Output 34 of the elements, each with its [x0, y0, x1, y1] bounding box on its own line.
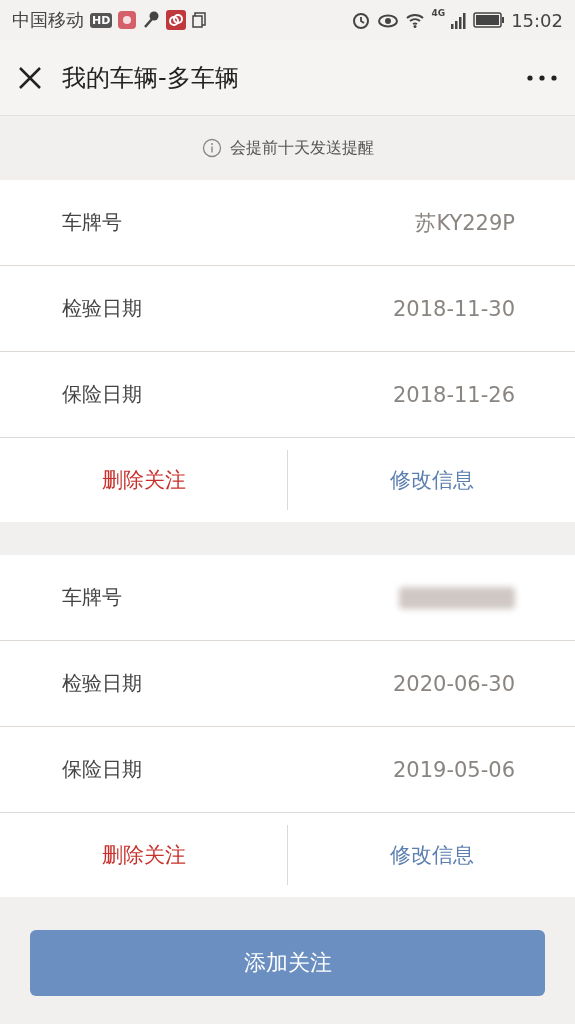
- field-value: 2018-11-30: [392, 296, 515, 321]
- field-value: 2020-06-30: [392, 671, 515, 696]
- signal-icon: [451, 11, 468, 29]
- edit-button[interactable]: 修改信息: [287, 450, 575, 510]
- hd-badge: HD: [90, 12, 113, 28]
- field-label: 车牌号: [62, 584, 122, 611]
- alarm-icon: [351, 10, 372, 30]
- app-icon: [166, 10, 187, 30]
- info-icon: [201, 138, 222, 158]
- field-label: 检验日期: [62, 670, 142, 697]
- sim-icon: [192, 12, 207, 28]
- app-icon: [118, 11, 137, 29]
- battery-icon: [473, 12, 506, 28]
- close-icon[interactable]: [18, 65, 42, 90]
- page-title: 我的车辆-多车辆: [62, 62, 240, 94]
- add-button[interactable]: 添加关注: [30, 930, 545, 996]
- field-value: 2018-11-26: [392, 382, 515, 407]
- field-value: 苏KY229P: [415, 209, 515, 237]
- field-label: 检验日期: [62, 295, 142, 322]
- more-icon[interactable]: [527, 74, 557, 81]
- field-label: 保险日期: [62, 756, 142, 783]
- field-value: 2019-05-06: [392, 757, 515, 782]
- reminder-notice: 会提前十天发送提醒: [229, 137, 374, 159]
- eye-icon: [377, 12, 400, 28]
- clock-time: 15:02: [511, 9, 563, 31]
- network-type: 4G: [431, 8, 446, 18]
- delete-button[interactable]: 删除关注: [0, 450, 287, 510]
- wifi-icon: [405, 12, 426, 28]
- field-label: 车牌号: [62, 209, 122, 236]
- edit-button[interactable]: 修改信息: [287, 825, 575, 885]
- key-icon: [142, 10, 161, 30]
- delete-button[interactable]: 删除关注: [0, 825, 287, 885]
- carrier-name: 中国移动: [12, 8, 84, 32]
- field-label: 保险日期: [62, 381, 142, 408]
